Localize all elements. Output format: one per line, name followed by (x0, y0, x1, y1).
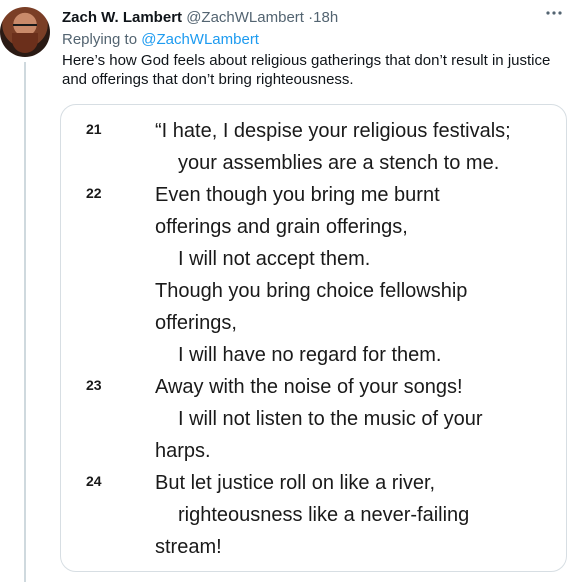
verse-number: 23 (86, 377, 102, 393)
verse-number: 24 (86, 473, 102, 489)
verse-line: I will have no regard for them. (178, 344, 442, 366)
verse-line: your assemblies are a stench to me. (178, 152, 500, 174)
avatar-beard (12, 33, 38, 53)
verse-number: 21 (86, 121, 102, 137)
thread-line (24, 62, 26, 582)
verse-line: I will not listen to the music of your (178, 408, 483, 430)
tweet-image[interactable]: 21 “I hate, I despise your religious fes… (60, 104, 567, 572)
avatar-glasses (13, 24, 37, 32)
verse-number: 22 (86, 185, 102, 201)
verse-line: Away with the noise of your songs! (155, 376, 463, 398)
ellipsis-icon (546, 11, 562, 15)
timestamp[interactable]: 18h (313, 9, 338, 26)
author-name[interactable]: Zach W. Lambert (62, 9, 182, 26)
tweet-header: Zach W. Lambert @ZachWLambert ·18h (62, 9, 338, 27)
more-options-icon[interactable] (545, 4, 563, 27)
author-handle[interactable]: @ZachWLambert (186, 9, 304, 26)
replying-prefix: Replying to (62, 31, 138, 48)
verse-line: I will not accept them. (178, 248, 371, 270)
verse-line: But let justice roll on like a river, (155, 472, 436, 494)
tweet-text: Here’s how God feels about religious gat… (62, 52, 551, 88)
replying-to-mention[interactable]: @ZachWLambert (141, 31, 259, 48)
avatar[interactable] (0, 7, 50, 57)
verse-line: offerings and grain offerings, (155, 216, 408, 238)
replying-to: Replying to @ZachWLambert (62, 31, 259, 49)
verse-line: offerings, (155, 312, 237, 334)
verse-line: righteousness like a never-failing (178, 504, 470, 526)
verse-line: Though you bring choice fellowship (155, 280, 468, 302)
verse-line: stream! (155, 536, 222, 558)
verse-line: Even though you bring me burnt (155, 184, 440, 206)
verse-line: “I hate, I despise your religious festiv… (155, 120, 511, 142)
verse-line: harps. (155, 440, 211, 462)
